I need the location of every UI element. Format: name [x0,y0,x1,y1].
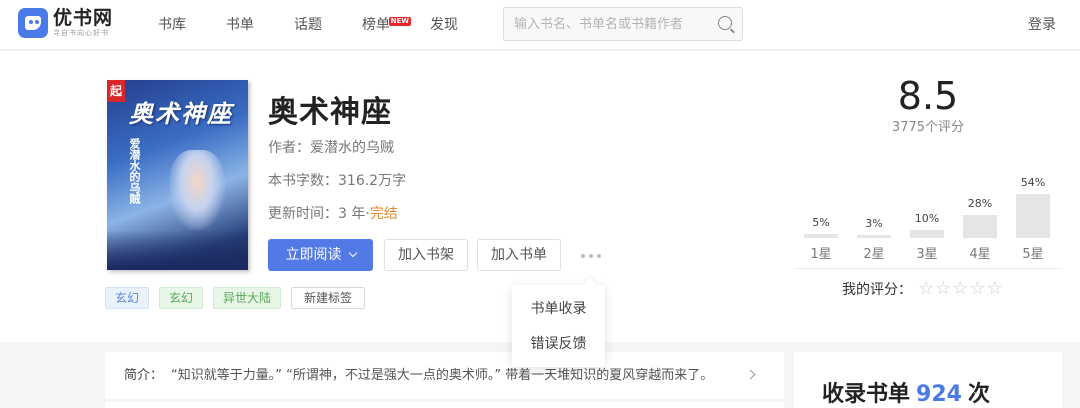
cover-author: 爱潜水的乌贼 [128,138,141,204]
chevron-down-icon [348,248,357,258]
book-intro[interactable]: 简介： “知识就等于力量。” “所谓神，不过是强大一点的奥术师。” 带着一天堆知识… [105,352,784,399]
my-rating: 我的评分： ☆ ☆ ☆ ☆ ☆ [842,279,1004,299]
read-now-label: 立即阅读 [285,247,342,263]
nav-item-booklists[interactable]: 书单 [226,0,254,50]
rating-bar-percent: 5% [812,216,830,229]
logo-icon [18,8,48,38]
add-to-shelf-button[interactable]: 加入书架 [384,239,468,271]
nav-item-discover[interactable]: 发现 [430,0,458,50]
rating-bar-percent: 3% [865,217,883,230]
nav-item-library[interactable]: 书库 [158,0,186,50]
book-update-time: 更新时间：3 年·完结 [268,203,398,223]
search-box [503,7,743,41]
star-icon[interactable]: ☆ [987,280,1003,298]
cover-illustration [169,150,225,230]
rating-distribution: 5% 1星 3% 2星 10% 3星 28% 4星 54% 5星 [795,51,1062,267]
book-title: 奥术神座 [268,95,392,130]
top-header: 优书网 寻自书向心好书 书库 书单 话题 榜单 NEW 发现 登录 [0,0,1080,50]
main-nav: 书库 书单 话题 榜单 NEW 发现 [158,0,498,50]
rating-bar-percent: 10% [914,212,940,225]
rating-bar-label: 5星 [1022,247,1044,262]
star-icon[interactable]: ☆ [918,280,934,298]
logo-slogan: 寻自书向心好书 [53,29,109,37]
logo-name: 优书网 [53,7,114,29]
menu-item-error-feedback[interactable]: 错误反馈 [512,327,605,362]
star-icon[interactable]: ☆ [969,280,985,298]
rating-bar-percent: 54% [1020,176,1046,189]
search-icon[interactable] [718,16,732,30]
more-options-menu: 书单收录 错误反馈 [512,285,605,367]
intro-text: “知识就等于力量。” “所谓神，不过是强大一点的奥术师。” 带着一天堆知识的夏风… [171,368,714,383]
cover-publisher-badge: 起 [107,80,125,102]
star-icon[interactable]: ☆ [952,280,968,298]
new-tag-button[interactable]: 新建标签 [291,287,366,309]
site-logo[interactable]: 优书网 寻自书向心好书 [18,8,113,38]
book-cover[interactable]: 起 奥术神座 爱潜水的乌贼 [107,80,248,270]
rating-bar-fill [804,234,838,238]
login-link[interactable]: 登录 [1028,0,1056,50]
nav-item-rankings[interactable]: 榜单 NEW [362,0,411,50]
nav-item-rankings-label: 榜单 [362,17,390,33]
read-now-button[interactable]: 立即阅读 [268,239,373,271]
more-options-icon[interactable] [581,254,605,258]
cover-title: 奥术神座 [129,100,233,128]
chevron-right-icon [745,369,756,380]
tag-item[interactable]: 异世大陆 [213,287,282,309]
star-rating-input: ☆ ☆ ☆ ☆ ☆ [918,280,1004,298]
tag-item[interactable]: 玄幻 [105,287,150,309]
new-badge: NEW [388,17,411,26]
rating-bar-fill [1016,194,1050,238]
intro-label: 简介： [124,368,164,383]
my-rating-label: 我的评分： [842,282,912,298]
rating-bar-label: 4星 [969,247,991,262]
star-icon[interactable]: ☆ [935,280,951,298]
rating-bar-label: 2星 [863,247,885,262]
rating-bar-label: 1星 [810,247,832,262]
tag-list: 玄幻 玄幻 异世大陆 新建标签 [105,287,375,309]
add-to-booklist-button[interactable]: 加入书单 [477,239,561,271]
book-status: 完结 [369,206,398,222]
rating-bar-label: 3星 [916,247,938,262]
collect-prefix: 收录书单 [822,382,911,407]
collect-number: 924 [916,382,962,407]
nav-item-topics[interactable]: 话题 [294,0,322,50]
rating-bar-fill [910,230,944,238]
rating-bar-fill [857,235,891,238]
rating-bar-percent: 28% [967,197,993,210]
update-time-text: 更新时间：3 年· [268,206,370,222]
menu-item-booklist-collect[interactable]: 书单收录 [512,292,605,327]
rating-bar-fill [963,215,997,238]
book-word-count: 本书字数：316.2万字 [268,173,407,189]
collect-suffix: 次 [967,382,990,407]
tag-item[interactable]: 玄幻 [159,287,204,309]
search-input[interactable] [504,8,704,40]
booklist-collect-count: 收录书单 924 次 [794,352,1062,408]
book-author[interactable]: 作者：爱潜水的乌贼 [268,137,394,157]
